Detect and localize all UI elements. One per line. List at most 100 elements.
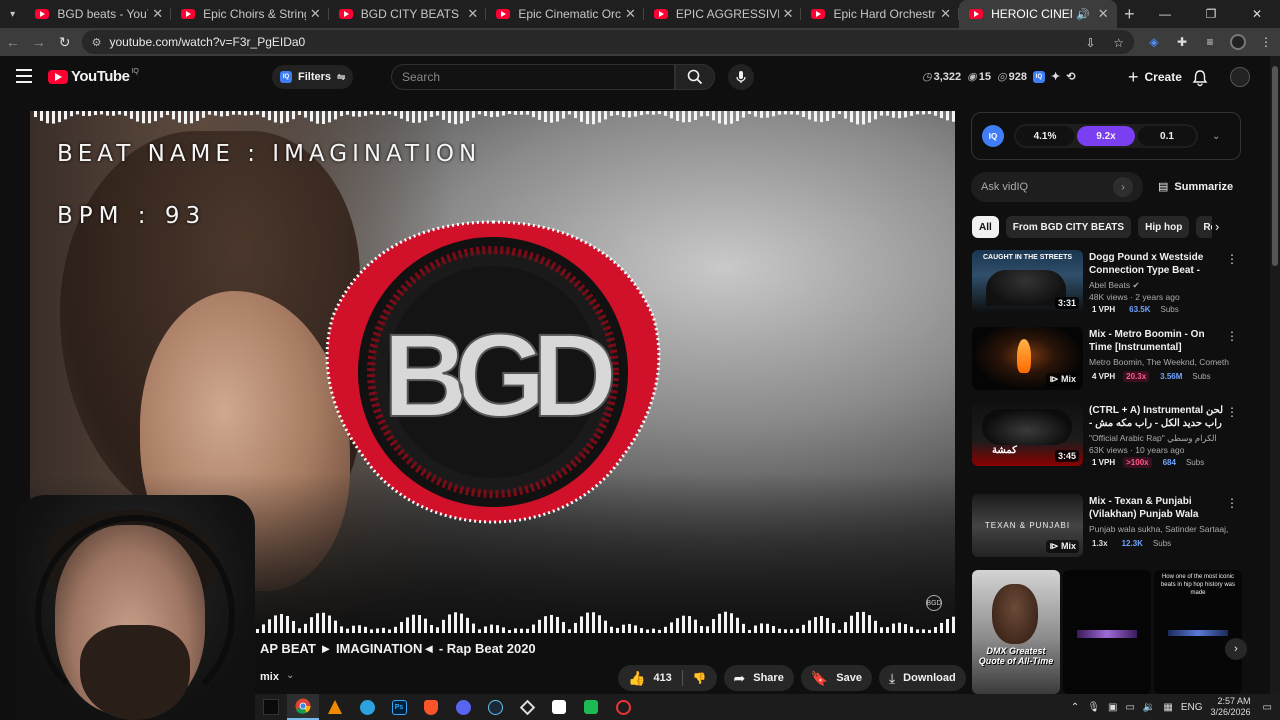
close-window-icon[interactable]: ✕ bbox=[1234, 0, 1280, 28]
chip-from-channel[interactable]: From BGD CITY BEATS bbox=[1005, 216, 1132, 238]
speaker-icon[interactable]: 🔊 bbox=[1076, 8, 1090, 21]
search-button[interactable] bbox=[675, 64, 715, 90]
link-icon[interactable]: ⟲ bbox=[1066, 70, 1075, 83]
url-text[interactable]: youtube.com/watch?v=F3r_PgEIDa0 bbox=[109, 35, 1071, 49]
network-icon[interactable]: ▭ bbox=[1125, 702, 1134, 713]
account-avatar[interactable] bbox=[1230, 67, 1250, 87]
chip-hip-hop[interactable]: Hip hop bbox=[1138, 216, 1190, 238]
vidiq-icon[interactable]: IQ bbox=[1032, 70, 1045, 83]
video-thumbnail[interactable]: TEXAN & PUNJABI ⧐ Mix bbox=[972, 494, 1083, 557]
chip-related[interactable]: Relat bbox=[1196, 216, 1212, 238]
recommendation-item[interactable]: ⧐ Mix Mix - Metro Boomin - On Time [Inst… bbox=[972, 327, 1240, 393]
app-diamond-icon[interactable] bbox=[511, 694, 543, 720]
short-item[interactable] bbox=[1063, 570, 1151, 694]
install-app-icon[interactable]: ⇩ bbox=[1086, 36, 1096, 50]
download-button[interactable]: ⤓ Download bbox=[878, 665, 966, 691]
recommendation-item[interactable]: كمشة 3:45 (CTRL + A) Instrumental لحن را… bbox=[972, 403, 1240, 469]
app-gauge-icon[interactable] bbox=[607, 694, 639, 720]
profile-avatar-icon[interactable] bbox=[1224, 28, 1252, 56]
recommendation-item[interactable]: CAUGHT IN THE STREETS 3:31 Dogg Pound x … bbox=[972, 250, 1240, 316]
ask-vidiq-input[interactable] bbox=[981, 181, 1111, 193]
browser-tab[interactable]: Epic Cinematic Orchestral Oud ✕ bbox=[486, 0, 644, 28]
recommendation-title[interactable]: Dogg Pound x Westside Connection Type Be… bbox=[1089, 251, 1224, 277]
tray-app-icon[interactable]: ▣ bbox=[1108, 702, 1117, 713]
scrollbar-thumb[interactable] bbox=[1272, 66, 1278, 266]
close-icon[interactable]: ✕ bbox=[310, 6, 321, 22]
capcut-icon[interactable] bbox=[543, 694, 575, 720]
metric-engagement[interactable]: 4.1% bbox=[1016, 126, 1074, 146]
recommendation-item[interactable]: TEXAN & PUNJABI ⧐ Mix Mix - Texan & Punj… bbox=[972, 494, 1240, 560]
tab-search-icon[interactable]: ▾ bbox=[0, 0, 25, 28]
microphone-tray-icon[interactable]: 🎙 bbox=[1087, 702, 1100, 713]
recommendation-channel[interactable]: "Official Arabic Rap" الكرام وسطي bbox=[1089, 433, 1229, 444]
recommendation-channel[interactable]: Metro Boomin, The Weeknd, Comethazine,..… bbox=[1089, 357, 1229, 367]
telegram-icon[interactable] bbox=[351, 694, 383, 720]
search-input[interactable] bbox=[402, 70, 664, 84]
short-item[interactable]: How one of the most iconic beats in hip … bbox=[1154, 570, 1242, 694]
close-icon[interactable]: ✕ bbox=[467, 6, 478, 22]
restore-icon[interactable]: ❐ bbox=[1188, 0, 1234, 28]
more-options-icon[interactable]: ⋮ bbox=[1226, 329, 1238, 343]
chevron-down-icon[interactable]: ⌄ bbox=[286, 670, 294, 681]
minimize-icon[interactable]: — bbox=[1142, 0, 1188, 28]
vidiq-filters-button[interactable]: IQ Filters ⇋ bbox=[272, 65, 354, 89]
trophy-icon[interactable]: ✦ bbox=[1051, 70, 1060, 83]
chevron-down-icon[interactable]: ⌄ bbox=[1212, 131, 1220, 142]
photoshop-icon[interactable]: Ps bbox=[383, 694, 415, 720]
notification-center-icon[interactable]: ▭ bbox=[1263, 702, 1272, 713]
steam-icon[interactable] bbox=[479, 694, 511, 720]
more-options-icon[interactable]: ⋮ bbox=[1226, 405, 1238, 419]
reading-list-icon[interactable]: ≡ bbox=[1196, 28, 1224, 56]
forward-icon[interactable]: → bbox=[26, 28, 52, 56]
close-icon[interactable]: ✕ bbox=[1098, 6, 1109, 22]
channel-watermark-icon[interactable]: BGD bbox=[926, 595, 942, 611]
browser-tab[interactable]: Epic Choirs & Strings - Orchestral ✕ bbox=[171, 0, 329, 28]
browser-tab[interactable]: Epic Hard Orchestral Rap Instru ✕ bbox=[801, 0, 959, 28]
dislike-button[interactable]: 👎 bbox=[683, 665, 717, 691]
video-thumbnail[interactable]: ⧐ Mix bbox=[972, 327, 1083, 390]
browser-tab[interactable]: EPIC AGGRESSIVE ORCHESTRAL ✕ bbox=[644, 0, 802, 28]
youtube-logo[interactable]: YouTube IQ bbox=[48, 68, 139, 85]
vidiq-logo-icon[interactable]: IQ bbox=[982, 125, 1004, 147]
extension-icon[interactable]: ◈ bbox=[1140, 28, 1168, 56]
create-button[interactable]: + Create bbox=[1120, 65, 1190, 89]
page-scrollbar[interactable] bbox=[1270, 56, 1280, 694]
metric-outlier[interactable]: 9.2x bbox=[1077, 126, 1135, 146]
discord-icon[interactable] bbox=[447, 694, 479, 720]
extensions-puzzle-icon[interactable]: ✚ bbox=[1168, 28, 1196, 56]
chevron-right-icon[interactable]: › bbox=[1113, 177, 1133, 197]
close-icon[interactable]: ✕ bbox=[152, 6, 163, 22]
close-icon[interactable]: ✕ bbox=[783, 6, 794, 22]
back-icon[interactable]: ← bbox=[0, 28, 26, 56]
chrome-icon[interactable] bbox=[287, 694, 319, 720]
tray-overflow-icon[interactable]: ⌃ bbox=[1071, 702, 1079, 713]
recommendation-title[interactable]: Mix - Metro Boomin - On Time [Instrument… bbox=[1089, 328, 1224, 354]
browser-tab[interactable]: BGD CITY BEATS - YouTube ✕ bbox=[329, 0, 487, 28]
browser-tab[interactable]: BGD beats - YouTube ✕ bbox=[25, 0, 171, 28]
taskbar-app-icon[interactable] bbox=[255, 694, 287, 720]
close-icon[interactable]: ✕ bbox=[940, 6, 951, 22]
app-green-icon[interactable] bbox=[575, 694, 607, 720]
short-item[interactable]: DMX Greatest Quote of All-Time bbox=[972, 570, 1060, 694]
more-options-icon[interactable]: ⋮ bbox=[1226, 496, 1238, 510]
more-options-icon[interactable]: ⋮ bbox=[1226, 252, 1238, 266]
vlc-icon[interactable] bbox=[319, 694, 351, 720]
video-thumbnail[interactable]: كمشة 3:45 bbox=[972, 403, 1083, 466]
recommendation-title[interactable]: Mix - Texan & Punjabi (Vilakhan) Punjab … bbox=[1089, 495, 1224, 521]
save-button[interactable]: 🔖 Save bbox=[800, 665, 872, 691]
reload-icon[interactable]: ↻ bbox=[52, 28, 78, 56]
browser-tab-active[interactable]: HEROIC CINEMATIC - ORCH 🔊 ✕ bbox=[959, 0, 1117, 28]
site-info-icon[interactable]: ⚙ bbox=[92, 36, 102, 49]
recommendation-title[interactable]: (CTRL + A) Instrumental لحن راب حديد الك… bbox=[1089, 404, 1224, 430]
voice-search-button[interactable] bbox=[728, 64, 754, 90]
tray-app-icon[interactable]: ▦ bbox=[1163, 702, 1172, 713]
taskbar-clock[interactable]: 2:57 AM 3/26/2026 bbox=[1211, 696, 1251, 718]
notifications-bell-icon[interactable] bbox=[1191, 69, 1209, 87]
recommendation-channel[interactable]: Punjab wala sukha, Satinder Sartaaj, Abh… bbox=[1089, 524, 1229, 534]
close-icon[interactable]: ✕ bbox=[625, 6, 636, 22]
video-thumbnail[interactable]: CAUGHT IN THE STREETS 3:31 bbox=[972, 250, 1083, 313]
new-tab-icon[interactable]: + bbox=[1117, 0, 1142, 28]
metric-vph[interactable]: 0.1 bbox=[1138, 126, 1196, 146]
hamburger-menu-icon[interactable] bbox=[16, 69, 32, 83]
recommendation-channel[interactable]: Abel Beats ✔ bbox=[1089, 280, 1229, 291]
